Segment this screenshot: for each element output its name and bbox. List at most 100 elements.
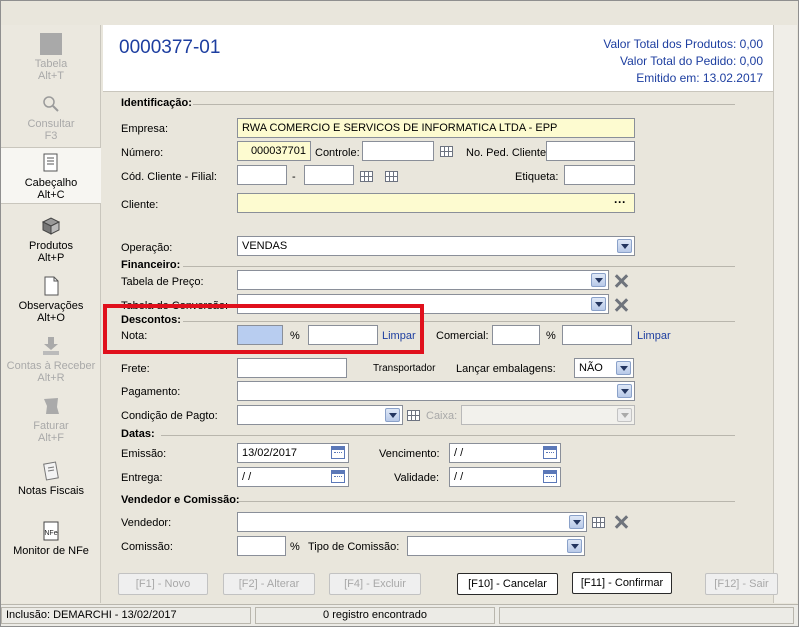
sidebar-item-monitor-nfe[interactable]: NFe Monitor de NFe	[1, 520, 101, 557]
operacao-label: Operação:	[121, 242, 173, 254]
chevron-down-icon[interactable]	[591, 273, 606, 287]
invoice-icon	[44, 398, 59, 414]
clear-icon[interactable]	[614, 298, 628, 312]
transportador-link[interactable]: Transportador	[373, 363, 435, 374]
filial-field[interactable]	[304, 165, 354, 185]
confirmar-button[interactable]: [F11] - Confirmar	[572, 572, 672, 594]
tipo-comissao-label: Tipo de Comissão:	[308, 541, 400, 553]
alterar-button[interactable]: [F2] - Alterar	[223, 573, 315, 595]
operacao-value: VENDAS	[242, 240, 288, 252]
calendar-icon[interactable]	[331, 446, 345, 459]
cod-cliente-label: Cód. Cliente - Filial:	[121, 171, 217, 183]
entrega-label: Entrega:	[121, 472, 163, 484]
divider	[161, 435, 735, 436]
validade-value: / /	[454, 471, 464, 483]
novo-button[interactable]: [F1] - Novo	[118, 573, 208, 595]
percent-sign: %	[546, 330, 556, 342]
comercial-valor-field[interactable]	[562, 325, 632, 345]
condicao-select[interactable]	[237, 405, 403, 425]
sidebar-item-notas-fiscais[interactable]: Notas Fiscais	[1, 460, 101, 497]
chevron-down-icon[interactable]	[567, 539, 582, 553]
sidebar: Tabela Alt+T Consultar F3 Cabeçalho Alt+…	[1, 25, 101, 603]
cliente-lookup-button[interactable]: ···	[614, 195, 626, 209]
emissao-date-field[interactable]: 13/02/2017	[237, 443, 349, 463]
comissao-field[interactable]	[237, 536, 286, 556]
cliente-field[interactable]	[237, 193, 635, 213]
sidebar-item-produtos[interactable]: Produtos Alt+P	[1, 215, 101, 264]
sair-button[interactable]: [F12] - Sair	[705, 573, 778, 595]
download-icon	[43, 337, 59, 355]
chevron-down-icon[interactable]	[385, 408, 400, 422]
total-produtos: Valor Total dos Produtos: 0,00	[603, 37, 763, 51]
etiqueta-field[interactable]	[564, 165, 635, 185]
frete-label: Frete:	[121, 363, 150, 375]
section-identificacao: Identificação:	[121, 97, 192, 109]
dash-separator: -	[292, 171, 296, 183]
sidebar-item-faturar[interactable]: Faturar Alt+F	[1, 395, 101, 444]
sidebar-item-contas-receber[interactable]: Contas à Receber Alt+R	[1, 335, 101, 384]
grid-icon[interactable]	[407, 410, 420, 421]
grid-icon[interactable]	[592, 517, 605, 528]
vencimento-label: Vencimento:	[379, 448, 440, 460]
tabela-preco-select[interactable]	[237, 270, 609, 290]
grid-icon[interactable]	[440, 146, 453, 157]
cancelar-button[interactable]: [F10] - Cancelar	[457, 573, 558, 595]
entrega-date-field[interactable]: / /	[237, 467, 349, 487]
divider	[239, 501, 735, 502]
controle-field[interactable]	[362, 141, 434, 161]
sidebar-item-tabela[interactable]: Tabela Alt+T	[1, 33, 101, 82]
vendedor-select[interactable]	[237, 512, 587, 532]
comercial-percent-field[interactable]	[492, 325, 540, 345]
calendar-icon[interactable]	[543, 446, 557, 459]
chevron-down-icon[interactable]	[616, 361, 631, 375]
sidebar-item-cabecalho[interactable]: Cabeçalho Alt+C	[1, 147, 101, 204]
pagamento-select[interactable]	[237, 381, 635, 401]
numero-field[interactable]: 000037701	[237, 141, 311, 161]
comercial-label: Comercial:	[436, 330, 489, 342]
lancar-select[interactable]: NÃO	[574, 358, 634, 378]
grid-icon[interactable]	[385, 171, 398, 182]
chevron-down-icon[interactable]	[617, 239, 632, 253]
limpar-comercial-link[interactable]: Limpar	[637, 330, 671, 342]
search-icon	[43, 96, 59, 112]
operacao-select[interactable]: VENDAS	[237, 236, 635, 256]
note-icon	[44, 276, 59, 296]
box-icon	[41, 217, 61, 235]
caixa-select[interactable]	[461, 405, 635, 425]
calendar-icon[interactable]	[331, 470, 345, 483]
clear-icon[interactable]	[614, 515, 628, 529]
clear-icon[interactable]	[614, 274, 628, 288]
chevron-down-icon[interactable]	[617, 384, 632, 398]
vencimento-date-field[interactable]: / /	[449, 443, 561, 463]
page-title: 0000377-01	[119, 37, 221, 58]
chevron-down-icon[interactable]	[569, 515, 584, 529]
cod-cliente-field[interactable]	[237, 165, 287, 185]
divider	[193, 104, 735, 105]
excluir-button[interactable]: [F4] - Excluir	[329, 573, 421, 595]
tipo-comissao-select[interactable]	[407, 536, 585, 556]
chevron-down-icon[interactable]	[591, 297, 606, 311]
chevron-down-icon[interactable]	[617, 408, 632, 422]
cliente-label: Cliente:	[121, 199, 159, 211]
lancar-value: NÃO	[579, 362, 603, 374]
table-icon	[40, 33, 62, 55]
numero-label: Número:	[121, 147, 164, 159]
header: 0000377-01 Valor Total dos Produtos: 0,0…	[103, 25, 773, 92]
ped-cliente-field[interactable]	[546, 141, 635, 161]
grid-icon[interactable]	[360, 171, 373, 182]
frete-field[interactable]	[237, 358, 347, 378]
emitido-em: Emitido em: 13.02.2017	[636, 71, 763, 85]
status-registros: 0 registro encontrado	[255, 607, 495, 624]
vendedor-label: Vendedor:	[121, 517, 172, 529]
status-empty	[499, 607, 794, 624]
percent-sign: %	[290, 541, 300, 553]
empresa-field[interactable]: RWA COMERCIO E SERVICOS DE INFORMATICA L…	[237, 118, 635, 138]
tabela-preco-label: Tabela de Preço:	[121, 276, 204, 288]
scrollbar[interactable]	[773, 25, 797, 603]
calendar-icon[interactable]	[543, 470, 557, 483]
sidebar-item-observacoes[interactable]: Observações Alt+O	[1, 275, 101, 324]
receipt-icon	[43, 461, 59, 481]
sidebar-item-consultar[interactable]: Consultar F3	[1, 93, 101, 142]
validade-date-field[interactable]: / /	[449, 467, 561, 487]
emissao-value: 13/02/2017	[242, 447, 298, 459]
